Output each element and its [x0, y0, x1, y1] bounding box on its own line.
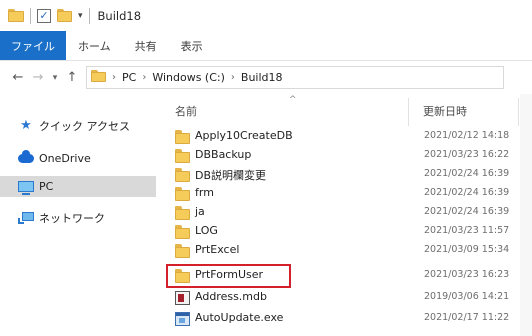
customize-toolbar-button[interactable]: ▾	[78, 6, 83, 26]
chevron-down-icon: ▾	[52, 72, 58, 83]
file-date: 2021/02/24 16:39	[424, 206, 510, 217]
file-date: 2021/03/09 15:34	[424, 244, 510, 255]
file-date: 2019/03/06 14:21	[424, 291, 510, 302]
file-row[interactable]: AutoUpdate.exe 2021/02/17 11:22	[165, 309, 532, 328]
back-button[interactable]: ←	[8, 67, 28, 89]
file-name: DB説明欄変更	[195, 169, 267, 182]
tab-file[interactable]: ファイル	[0, 31, 66, 60]
address-bar[interactable]: › PC › Windows (C:) › Build18	[86, 66, 504, 89]
recent-locations-button[interactable]: ▾	[48, 67, 62, 89]
file-date: 2021/02/12 14:18	[424, 130, 510, 141]
chevron-right-icon: ›	[230, 72, 235, 83]
file-name: ja	[195, 205, 205, 218]
title-bar: ✓ ▾ Build18	[0, 0, 532, 31]
arrow-right-icon: →	[32, 70, 44, 85]
properties-button[interactable]: ✓	[37, 6, 51, 26]
file-name: AutoUpdate.exe	[195, 311, 284, 324]
application-icon	[175, 312, 190, 326]
file-date: 2021/03/23 16:23	[424, 269, 510, 280]
folder-icon	[175, 206, 190, 220]
ribbon: ファイル ホーム 共有 表示	[0, 31, 532, 61]
folder-icon	[175, 149, 190, 163]
star-icon: ★	[20, 118, 32, 133]
file-name: Address.mdb	[195, 290, 267, 303]
chevron-down-icon: ▾	[78, 10, 83, 21]
file-row[interactable]: DBBackup 2021/03/23 16:22	[165, 146, 532, 165]
cloud-icon	[18, 150, 34, 163]
folder-icon	[175, 130, 190, 144]
forward-button[interactable]: →	[28, 67, 48, 89]
tab-share[interactable]: 共有	[123, 31, 169, 60]
separator	[88, 7, 90, 24]
file-row[interactable]: frm 2021/02/24 16:39	[165, 184, 532, 203]
breadcrumb-drive[interactable]: Windows (C:)	[152, 71, 225, 84]
file-date: 2021/03/23 16:22	[424, 149, 510, 160]
folder-icon	[175, 225, 190, 239]
navigation-pane: ★ クイック アクセス OneDrive PC ネットワーク	[0, 94, 165, 336]
tab-home[interactable]: ホーム	[66, 31, 123, 60]
nav-item-pc[interactable]: PC	[0, 176, 156, 197]
folder-icon	[8, 6, 24, 26]
breadcrumb-pc[interactable]: PC	[122, 71, 136, 84]
file-name: DBBackup	[195, 148, 252, 161]
checkmark-icon: ✓	[37, 8, 51, 23]
file-row[interactable]: Address.mdb 2019/03/06 14:21	[165, 288, 532, 307]
file-explorer-window: ✓ ▾ Build18 ファイル ホーム 共有 表示 ← → ▾ ↑ › PC …	[0, 0, 532, 336]
new-folder-button[interactable]	[57, 6, 72, 26]
file-date: 2021/02/17 11:22	[424, 312, 510, 323]
arrow-left-icon: ←	[12, 70, 24, 85]
file-name: frm	[195, 186, 214, 199]
separator	[30, 7, 31, 24]
folder-icon	[175, 244, 190, 258]
sort-ascending-icon: ^	[289, 95, 297, 105]
nav-item-quick-access[interactable]: ★ クイック アクセス	[17, 115, 130, 136]
breadcrumb-folder[interactable]: Build18	[241, 71, 283, 84]
file-row[interactable]: ja 2021/02/24 16:39	[165, 203, 532, 222]
file-name: PrtExcel	[195, 243, 240, 256]
nav-item-label: クイック アクセス	[39, 119, 130, 133]
file-date: 2021/03/23 11:57	[424, 225, 510, 236]
computer-icon	[18, 181, 34, 195]
file-row[interactable]: Apply10CreateDB 2021/02/12 14:18	[165, 127, 532, 146]
access-database-icon	[175, 291, 190, 305]
file-date: 2021/02/24 16:39	[424, 168, 510, 179]
highlight-annotation-box	[166, 264, 291, 288]
folder-icon	[175, 187, 190, 201]
file-name: LOG	[195, 224, 218, 237]
file-row[interactable]: PrtExcel 2021/03/09 15:34	[165, 241, 532, 260]
column-header-date[interactable]: 更新日時	[423, 94, 467, 127]
folder-icon	[175, 168, 190, 182]
column-divider[interactable]	[518, 98, 519, 126]
file-row[interactable]: DB説明欄変更 2021/02/24 16:39	[165, 165, 532, 184]
column-header-name[interactable]: 名前	[175, 94, 197, 127]
file-name: Apply10CreateDB	[195, 129, 293, 142]
window-title: Build18	[97, 8, 142, 23]
nav-item-onedrive[interactable]: OneDrive	[17, 148, 91, 169]
chevron-right-icon: ›	[112, 72, 116, 83]
file-row[interactable]: LOG 2021/03/23 11:57	[165, 222, 532, 241]
arrow-up-icon: ↑	[66, 70, 78, 85]
folder-icon	[91, 70, 106, 85]
vertical-scrollbar[interactable]	[520, 94, 532, 336]
network-icon	[18, 212, 34, 224]
column-divider[interactable]	[408, 98, 409, 126]
chevron-right-icon: ›	[142, 72, 147, 83]
navigation-bar: ← → ▾ ↑ › PC › Windows (C:) › Build18	[0, 61, 532, 94]
nav-item-label: OneDrive	[39, 152, 91, 165]
file-date: 2021/02/24 16:39	[424, 187, 510, 198]
nav-item-label: ネットワーク	[39, 211, 105, 225]
nav-item-network[interactable]: ネットワーク	[17, 207, 105, 228]
tab-view[interactable]: 表示	[169, 31, 215, 60]
up-button[interactable]: ↑	[62, 67, 82, 89]
nav-item-label: PC	[39, 180, 54, 193]
